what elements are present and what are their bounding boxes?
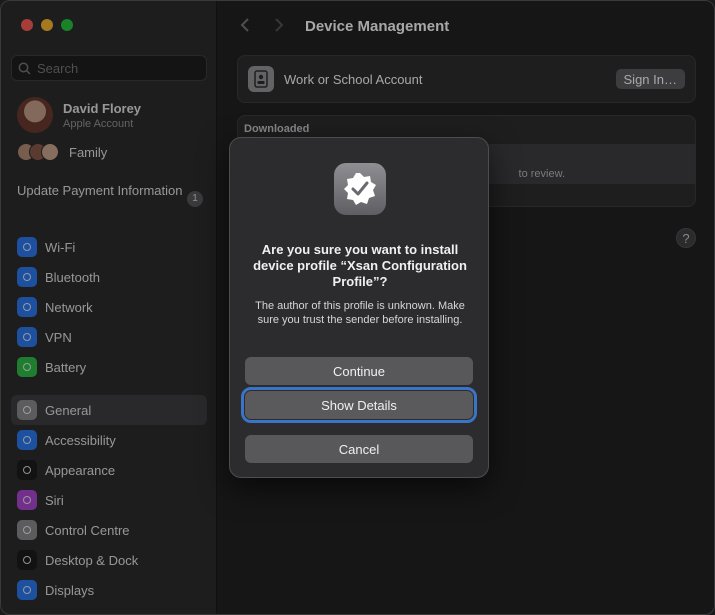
sidebar-item-accessibility[interactable]: Accessibility xyxy=(11,425,207,455)
sidebar-item-general[interactable]: General xyxy=(11,395,207,425)
sidebar-item-vpn[interactable]: VPN xyxy=(11,322,207,352)
downloaded-header: Downloaded xyxy=(244,123,310,135)
sidebar-nav-network-group: Wi-Fi Bluetooth Network VPN Battery xyxy=(11,232,207,382)
avatar xyxy=(17,97,53,133)
sidebar-item-label: General xyxy=(45,402,92,418)
sidebar-nav-system-group: General Accessibility Appearance Siri Contro… xyxy=(11,395,207,605)
id-badge-icon xyxy=(248,66,274,92)
sidebar-item-label: Wi-Fi xyxy=(45,239,76,255)
sidebar-item-label: Siri xyxy=(45,492,64,508)
sidebar-item-wi-fi[interactable]: Wi-Fi xyxy=(11,232,207,262)
vpn-icon xyxy=(17,327,37,347)
sidebar-item-label: VPN xyxy=(45,329,72,345)
wifi-icon xyxy=(17,237,37,257)
sign-in-button[interactable]: Sign In… xyxy=(615,69,685,89)
sidebar-item-network[interactable]: Network xyxy=(11,292,207,322)
displays-icon xyxy=(17,580,37,600)
dialog-message: The author of this profile is unknown. M… xyxy=(255,300,465,326)
sidebar-item-label: Accessibility xyxy=(45,432,116,448)
back-chevron-icon[interactable] xyxy=(235,15,255,35)
show-details-button[interactable]: Show Details xyxy=(241,387,477,423)
cancel-button[interactable]: Cancel xyxy=(245,435,473,463)
family-avatars-icon xyxy=(17,143,59,161)
zoom-window-button[interactable] xyxy=(61,19,73,31)
sidebar-item-siri[interactable]: Siri xyxy=(11,485,207,515)
sidebar-item-label: Network xyxy=(45,299,93,315)
window-controls xyxy=(21,19,73,31)
install-profile-dialog: Are you sure you want to install device … xyxy=(229,137,489,478)
sidebar: David Florey Apple Account Family Update… xyxy=(1,1,217,614)
update-payment-label: Update Payment Information xyxy=(17,183,183,198)
gear-icon xyxy=(17,400,37,420)
appearance-icon xyxy=(17,460,37,480)
sidebar-item-control-centre[interactable]: Control Centre xyxy=(11,515,207,545)
verified-badge-icon xyxy=(334,163,386,215)
sidebar-item-label: Control Centre xyxy=(45,522,130,538)
siri-icon xyxy=(17,490,37,510)
work-account-card: Work or School Account Sign In… xyxy=(237,55,696,103)
update-payment-item[interactable]: Update Payment Information 1 xyxy=(17,183,203,207)
notification-badge: 1 xyxy=(187,191,203,207)
downloaded-hint: to review. xyxy=(518,168,565,180)
sidebar-item-label: Bluetooth xyxy=(45,269,100,285)
account-subtitle: Apple Account xyxy=(63,117,134,130)
help-button[interactable]: ? xyxy=(676,228,696,248)
sidebar-item-battery[interactable]: Battery xyxy=(11,352,207,382)
battery-icon xyxy=(17,357,37,377)
sidebar-item-bluetooth[interactable]: Bluetooth xyxy=(11,262,207,292)
minimize-window-button[interactable] xyxy=(41,19,53,31)
dialog-title: Are you sure you want to install device … xyxy=(253,242,467,289)
family-label: Family xyxy=(69,144,108,160)
settings-window: David Florey Apple Account Family Update… xyxy=(0,0,715,615)
family-item[interactable]: Family xyxy=(17,143,107,161)
dock-icon xyxy=(17,550,37,570)
close-window-button[interactable] xyxy=(21,19,33,31)
work-account-label: Work or School Account xyxy=(284,71,423,87)
control-centre-icon xyxy=(17,520,37,540)
account-name: David Florey xyxy=(63,100,142,116)
sidebar-item-displays[interactable]: Displays xyxy=(11,575,207,605)
search-input[interactable] xyxy=(37,60,197,76)
sidebar-item-appearance[interactable]: Appearance xyxy=(11,455,207,485)
sidebar-item-label: Desktop & Dock xyxy=(45,552,139,568)
continue-button[interactable]: Continue xyxy=(245,357,473,385)
forward-chevron-icon[interactable] xyxy=(269,15,289,35)
sidebar-item-label: Displays xyxy=(45,582,95,598)
accessibility-icon xyxy=(17,430,37,450)
page-title: Device Management xyxy=(305,18,450,35)
sidebar-item-desktop-dock[interactable]: Desktop & Dock xyxy=(11,545,207,575)
network-icon xyxy=(17,297,37,317)
sidebar-item-label: Appearance xyxy=(45,462,116,478)
apple-account[interactable]: David Florey Apple Account xyxy=(17,97,141,133)
bluetooth-icon xyxy=(17,267,37,287)
sidebar-item-label: Battery xyxy=(45,359,87,375)
search-field[interactable] xyxy=(11,55,207,81)
search-icon xyxy=(18,62,31,75)
